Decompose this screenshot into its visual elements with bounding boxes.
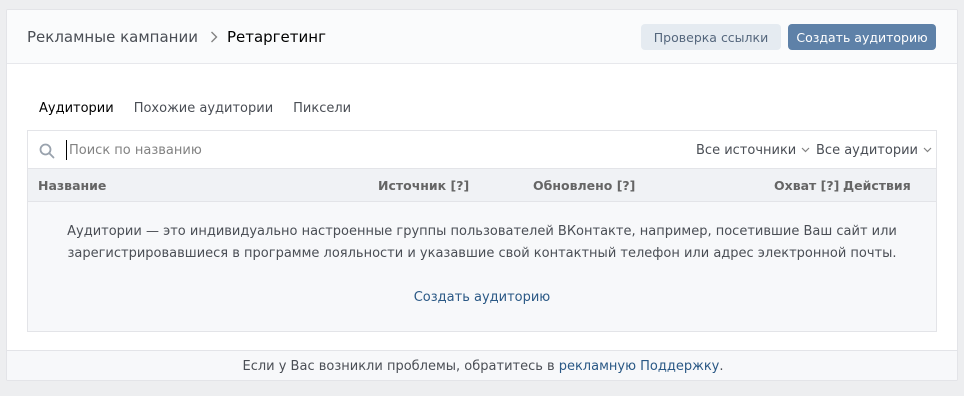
page-title: Ретаргетинг	[226, 28, 326, 46]
column-header-source[interactable]: Источник [?]	[378, 169, 469, 202]
breadcrumb-ad-campaigns[interactable]: Рекламные кампании	[27, 28, 198, 46]
column-header-reach[interactable]: Охват [?]	[774, 169, 839, 202]
chevron-right-icon	[210, 31, 218, 43]
tab-audiences[interactable]: Аудитории	[33, 96, 120, 132]
audiences-filter-dropdown[interactable]: Все аудитории	[816, 131, 932, 169]
column-header-updated[interactable]: Обновлено [?]	[533, 169, 635, 202]
empty-state-line: Аудитории — это индивидуально настроенны…	[67, 224, 897, 239]
column-header-name[interactable]: Название	[38, 169, 106, 202]
tab-lookalike-audiences[interactable]: Похожие аудитории	[128, 96, 279, 131]
empty-state-description: Аудитории — это индивидуально настроенны…	[28, 221, 936, 265]
tab-bar: Аудитории Похожие аудитории Пиксели	[33, 96, 365, 132]
search-icon	[39, 143, 55, 163]
table-header: Название Источник [?] Обновлено [?] Охва…	[28, 169, 936, 202]
sources-filter-dropdown[interactable]: Все источники	[696, 131, 810, 169]
column-header-actions: Действия	[843, 178, 911, 193]
breadcrumb: Рекламные кампании Ретаргетинг	[27, 10, 326, 64]
empty-state-line: зарегистрировавшиеся в программе лояльно…	[67, 246, 897, 261]
search-input[interactable]	[66, 140, 666, 160]
support-link[interactable]: рекламную Поддержку	[559, 359, 720, 374]
footer-text: Если у Вас возникли проблемы, обратитесь…	[242, 359, 555, 374]
page-header: Рекламные кампании Ретаргетинг Проверка …	[7, 10, 957, 64]
footer: Если у Вас возникли проблемы, обратитесь…	[7, 350, 957, 380]
chevron-down-icon	[801, 147, 810, 153]
create-audience-button[interactable]: Создать аудиторию	[788, 24, 936, 50]
create-audience-link[interactable]: Создать аудиторию	[28, 287, 936, 309]
sources-filter-label: Все источники	[696, 142, 797, 158]
retargeting-card: Рекламные кампании Ретаргетинг Проверка …	[6, 9, 958, 381]
check-link-button[interactable]: Проверка ссылки	[641, 24, 781, 50]
audiences-filter-label: Все аудитории	[816, 142, 918, 158]
search-row: Все источники Все аудитории	[28, 131, 936, 169]
empty-state: Аудитории — это индивидуально настроенны…	[28, 202, 936, 331]
chevron-down-icon	[923, 147, 932, 153]
tab-pixels[interactable]: Пиксели	[287, 96, 357, 131]
footer-period: .	[719, 359, 724, 374]
audiences-panel: Все источники Все аудитории Название Ист…	[27, 130, 937, 332]
